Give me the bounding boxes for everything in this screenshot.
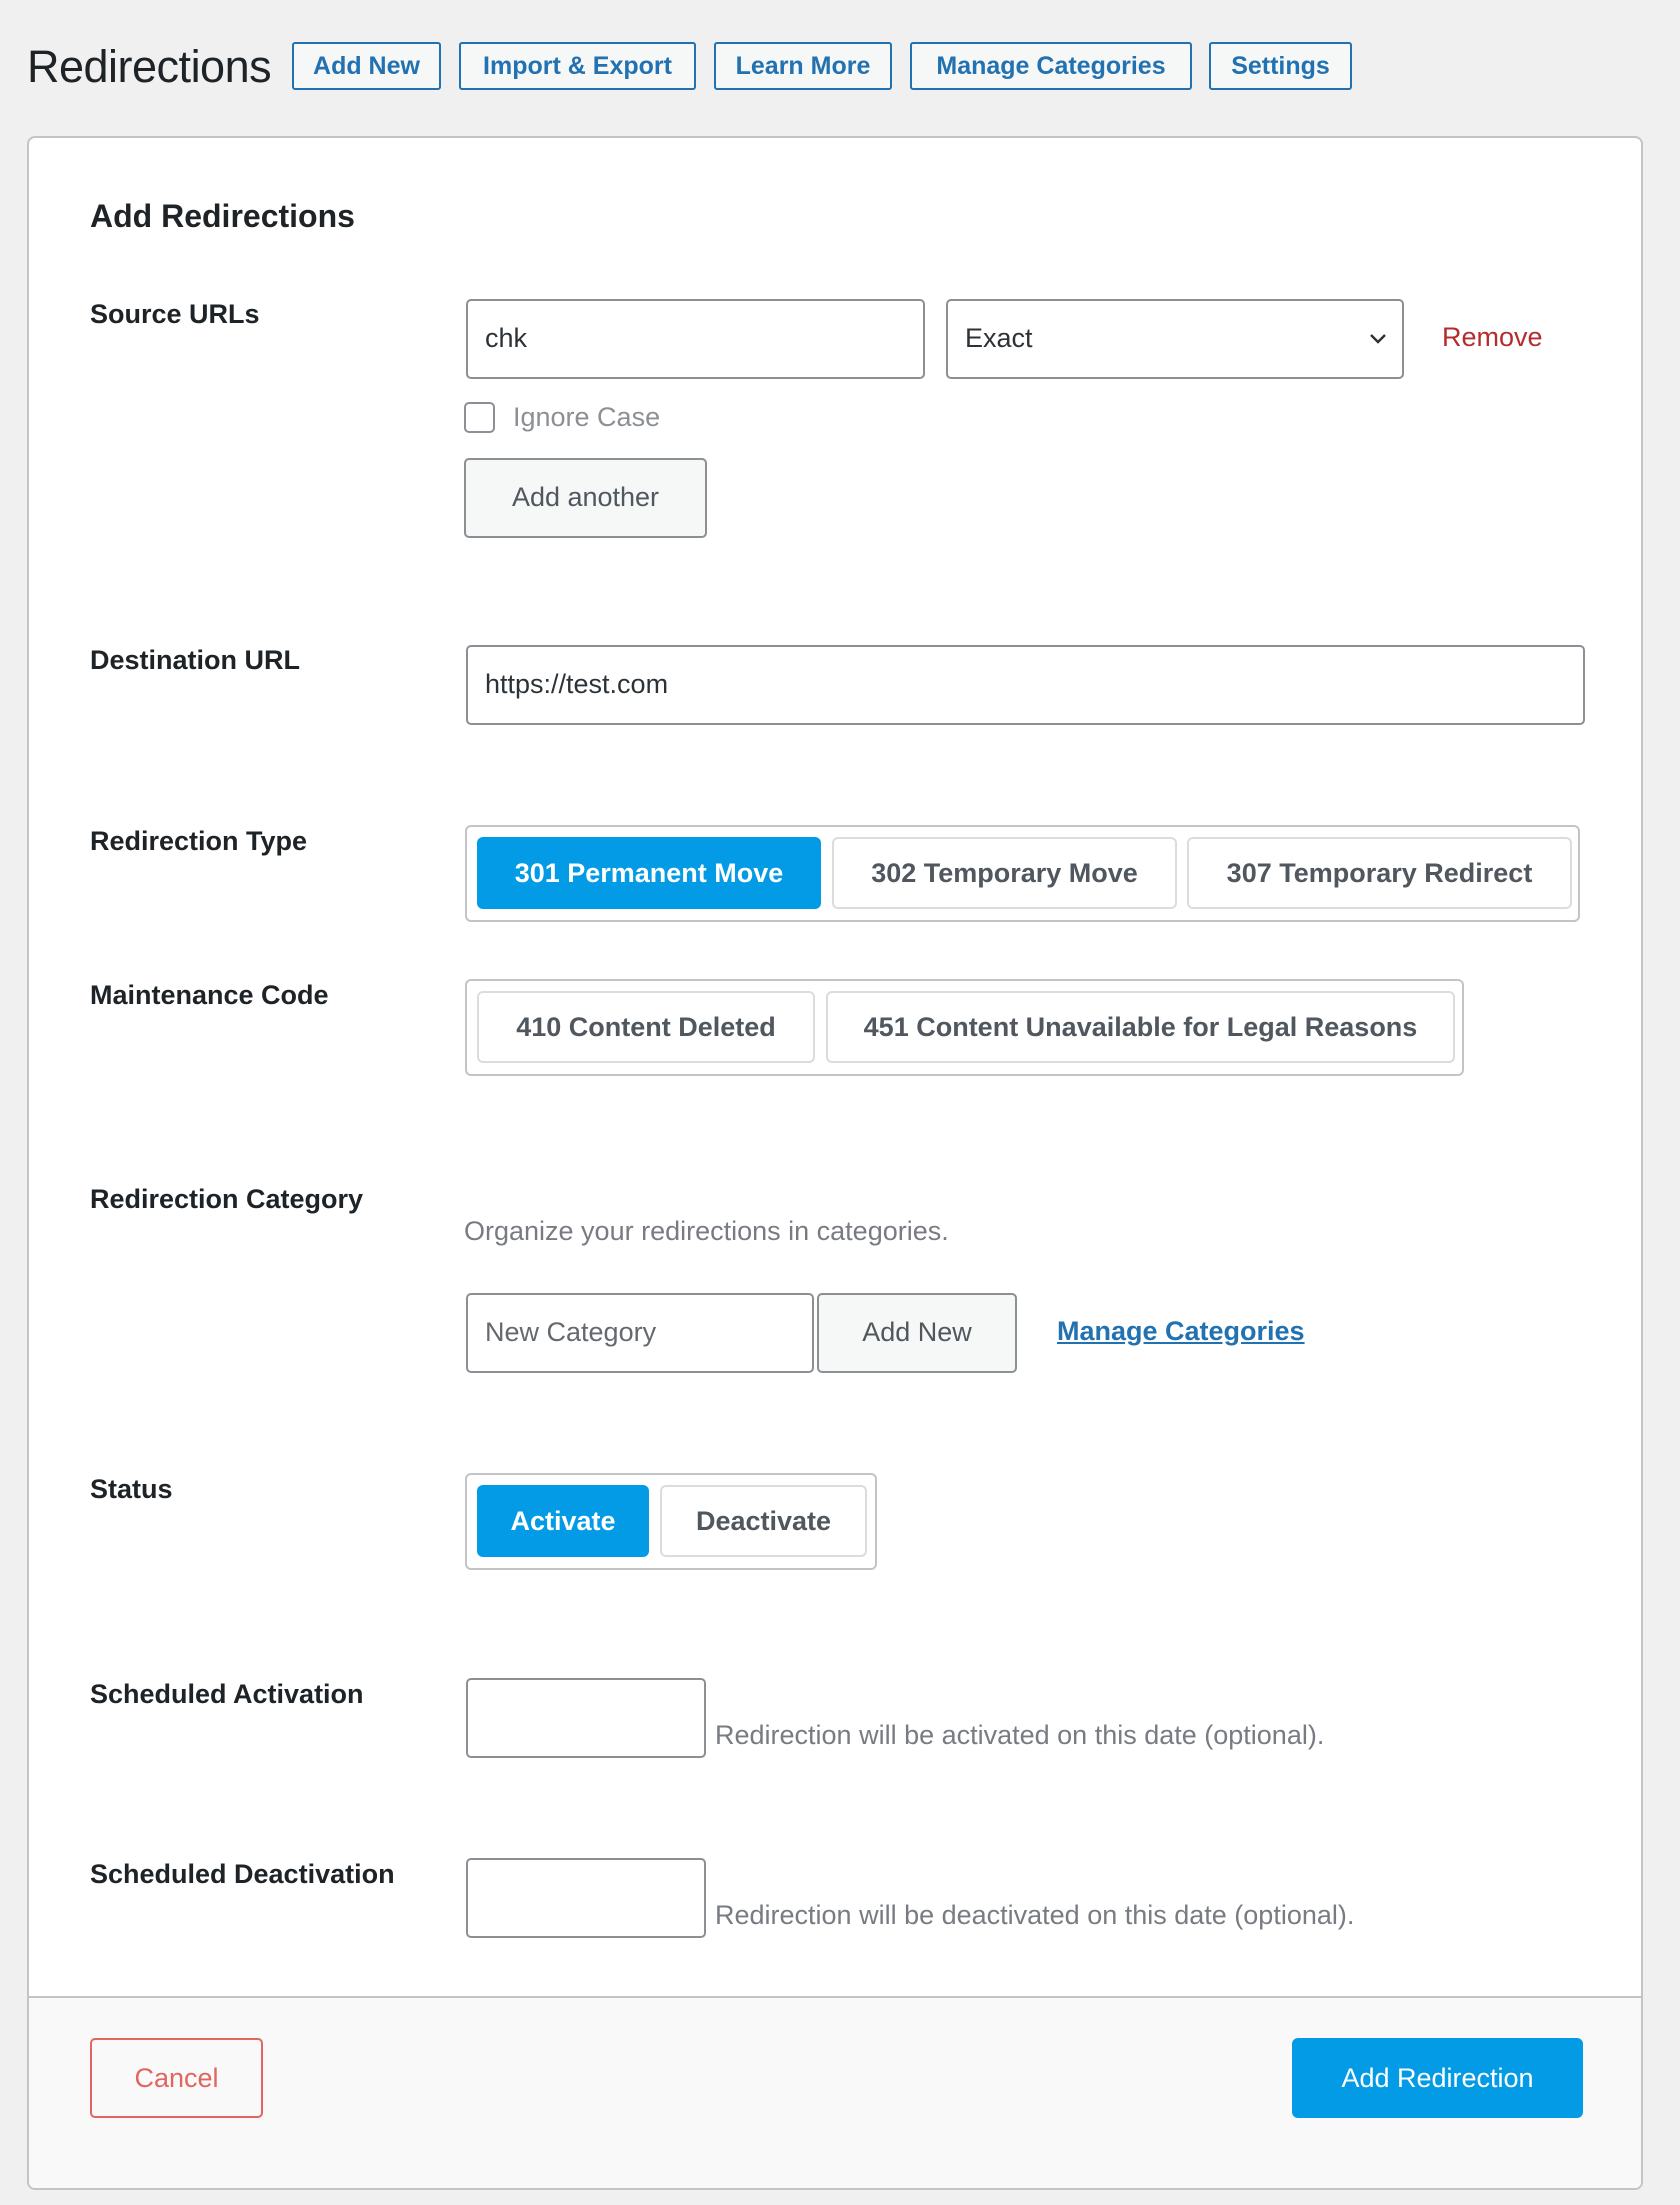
redirection-category-label: Redirection Category [90, 1184, 364, 1214]
code-451-button[interactable]: 451 Content Unavailable for Legal Reason… [826, 991, 1455, 1063]
redirection-type-group: 301 Permanent Move 302 Temporary Move 30… [465, 825, 1580, 922]
add-redirection-card: Add Redirections Source URLs chk Exact R… [27, 136, 1643, 2190]
match-type-select[interactable]: Exact [946, 299, 1404, 379]
type-302-button[interactable]: 302 Temporary Move [832, 837, 1177, 909]
page-title: Redirections [27, 41, 272, 92]
manage-categories-link[interactable]: Manage Categories [1057, 1314, 1305, 1348]
source-url-input[interactable]: chk [466, 299, 925, 379]
status-label: Status [90, 1474, 173, 1504]
maintenance-code-group: 410 Content Deleted 451 Content Unavaila… [465, 979, 1464, 1076]
header-learn-more-button[interactable]: Learn More [714, 42, 892, 90]
redirection-type-label: Redirection Type [90, 826, 308, 856]
scheduled-activation-help: Redirection will be activated on this da… [715, 1720, 1325, 1750]
header-add-new-button[interactable]: Add New [292, 42, 441, 90]
chevron-down-icon [1370, 334, 1386, 344]
activate-button[interactable]: Activate [477, 1485, 649, 1557]
form-title: Add Redirections [90, 198, 355, 234]
header-import-export-button[interactable]: Import & Export [459, 42, 696, 90]
ignore-case-checkbox[interactable] [464, 402, 495, 433]
remove-source-link[interactable]: Remove [1442, 320, 1543, 354]
add-another-button[interactable]: Add another [464, 458, 707, 538]
scheduled-activation-input[interactable] [466, 1678, 706, 1758]
type-307-button[interactable]: 307 Temporary Redirect [1187, 837, 1572, 909]
destination-url-label: Destination URL [90, 645, 301, 675]
code-410-button[interactable]: 410 Content Deleted [477, 991, 815, 1063]
scheduled-deactivation-input[interactable] [466, 1858, 706, 1938]
scheduled-activation-label: Scheduled Activation [90, 1679, 364, 1709]
destination-url-input[interactable]: https://test.com [466, 645, 1585, 725]
header-settings-button[interactable]: Settings [1209, 42, 1352, 90]
status-group: Activate Deactivate [465, 1473, 877, 1570]
add-redirection-button[interactable]: Add Redirection [1292, 2038, 1583, 2118]
cancel-button[interactable]: Cancel [90, 2038, 263, 2118]
maintenance-code-label: Maintenance Code [90, 980, 329, 1010]
match-type-value: Exact [965, 323, 1033, 353]
scheduled-deactivation-label: Scheduled Deactivation [90, 1859, 395, 1889]
new-category-input[interactable]: New Category [466, 1293, 814, 1373]
deactivate-button[interactable]: Deactivate [660, 1485, 867, 1557]
scheduled-deactivation-help: Redirection will be deactivated on this … [715, 1900, 1355, 1930]
category-help-text: Organize your redirections in categories… [464, 1216, 949, 1246]
card-footer: Cancel Add Redirection [29, 1996, 1641, 2188]
source-urls-label: Source URLs [90, 299, 260, 329]
header-manage-categories-button[interactable]: Manage Categories [910, 42, 1192, 90]
type-301-button[interactable]: 301 Permanent Move [477, 837, 821, 909]
add-category-button[interactable]: Add New [817, 1293, 1017, 1373]
ignore-case-label: Ignore Case [513, 402, 661, 432]
